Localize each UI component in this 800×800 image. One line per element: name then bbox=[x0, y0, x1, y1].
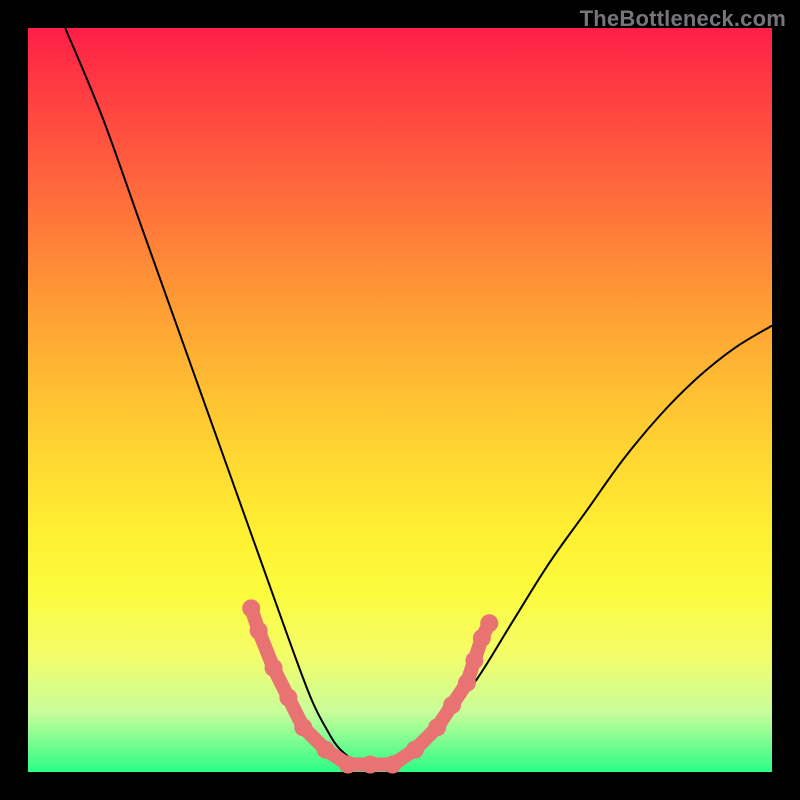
marker-dot bbox=[361, 756, 379, 774]
marker-dot bbox=[465, 651, 483, 669]
marker-dot bbox=[242, 599, 260, 617]
marker-dot bbox=[265, 659, 283, 677]
watermark-text: TheBottleneck.com bbox=[580, 6, 786, 32]
marker-dot bbox=[294, 718, 312, 736]
marker-dot bbox=[458, 674, 476, 692]
marker-dot bbox=[480, 614, 498, 632]
bottleneck-curve bbox=[65, 28, 772, 766]
marker-dot bbox=[428, 718, 446, 736]
marker-dot bbox=[406, 741, 424, 759]
marker-dot bbox=[339, 756, 357, 774]
marker-group bbox=[242, 599, 498, 773]
marker-dot bbox=[384, 756, 402, 774]
chart-svg bbox=[28, 28, 772, 772]
marker-dot bbox=[317, 741, 335, 759]
marker-dot bbox=[250, 622, 268, 640]
plot-area bbox=[28, 28, 772, 772]
marker-dot bbox=[443, 696, 461, 714]
marker-dot bbox=[279, 689, 297, 707]
